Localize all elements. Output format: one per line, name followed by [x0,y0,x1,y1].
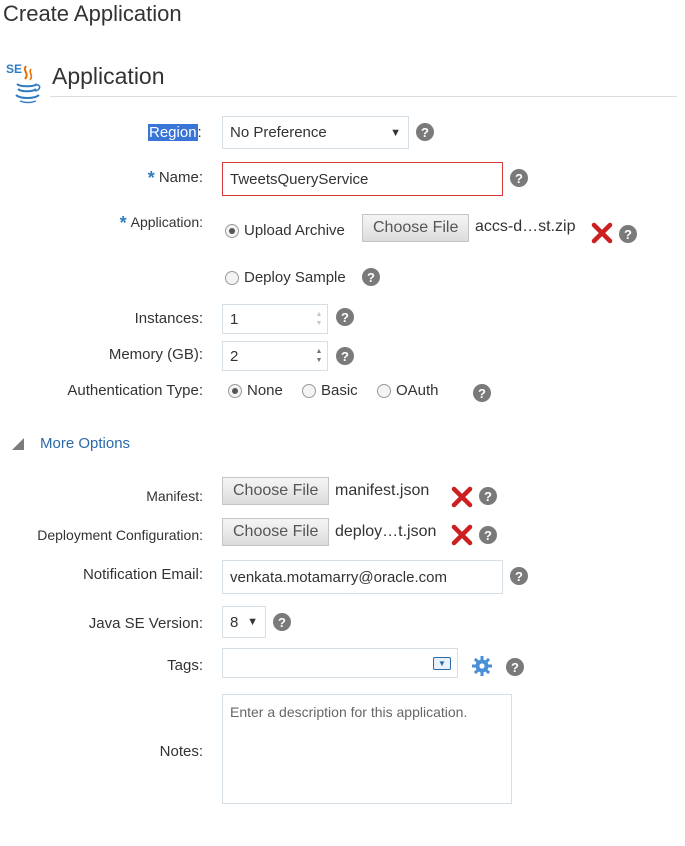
application-label-wrap: * Application: [119,211,203,233]
help-icon[interactable]: ? [336,347,354,365]
notes-label: Notes: [159,743,203,760]
help-icon[interactable]: ? [510,567,528,585]
notification-email-input[interactable]: venkata.motamarry@oracle.com [222,560,503,594]
section-title: Application [52,63,165,89]
tags-label: Tags: [167,657,203,674]
notification-email-value: venkata.motamarry@oracle.com [230,568,447,586]
archive-file-name: accs-d…st.zip [475,218,576,235]
java-se-logo: SE [6,60,46,104]
manifest-file-name: manifest.json [335,482,430,499]
collapse-triangle-icon[interactable] [12,438,24,450]
name-input[interactable]: TweetsQueryService [222,162,503,196]
instances-label: Instances: [134,310,203,327]
radio-button[interactable] [377,383,391,398]
java-version-label: Java SE Version: [88,615,203,632]
region-label: Region [148,124,198,141]
help-icon[interactable]: ? [416,123,434,141]
required-marker: * [119,213,127,233]
region-select-value: No Preference [230,124,327,141]
region-label-wrap: Region: [148,124,202,141]
radio-button[interactable] [225,223,239,238]
help-icon[interactable]: ? [479,526,497,544]
choose-archive-button[interactable]: Choose File [362,214,470,242]
deploy-config-label: Deployment Configuration: [37,527,203,543]
remove-x-icon[interactable] [591,222,613,244]
memory-label: Memory (GB): [108,346,203,363]
choose-deploy-config-button[interactable]: Choose File [222,518,330,546]
chevron-down-icon[interactable]: ▼ [433,656,451,670]
auth-option-basic[interactable]: Basic [302,382,358,399]
notification-email-label: Notification Email: [82,566,203,583]
instances-stepper[interactable]: 1 ▲ ▼ [222,304,328,334]
radio-button[interactable] [302,383,316,398]
radio-button[interactable] [225,270,239,285]
help-icon[interactable]: ? [273,613,291,631]
help-icon[interactable]: ? [510,169,528,187]
help-icon[interactable]: ? [473,384,491,402]
remove-x-icon[interactable] [451,524,473,546]
help-icon[interactable]: ? [336,308,354,326]
choose-manifest-button[interactable]: Choose File [222,477,330,505]
auth-option-label: None [247,382,283,399]
chevron-down-icon: ▼ [390,126,401,139]
name-input-value: TweetsQueryService [230,170,369,188]
application-label: Application: [130,214,203,230]
upload-archive-label: Upload Archive [244,222,345,239]
help-icon[interactable]: ? [506,658,524,676]
auth-type-label: Authentication Type: [67,382,203,399]
deploy-sample-label: Deploy Sample [244,269,346,286]
tags-select[interactable]: ▼ [222,648,458,678]
chevron-down-icon: ▼ [247,616,258,628]
section-divider [50,96,677,97]
stepper-arrows-icon[interactable]: ▲ ▼ [313,348,325,364]
memory-stepper[interactable]: 2 ▲ ▼ [222,341,328,371]
auth-option-label: OAuth [396,382,439,399]
auth-option-oauth[interactable]: OAuth [377,382,439,399]
java-version-value: 8 [230,613,239,631]
name-label: Name: [158,169,203,186]
remove-x-icon[interactable] [451,486,473,508]
help-icon[interactable]: ? [479,487,497,505]
instances-value: 1 [230,310,239,328]
notes-placeholder: Enter a description for this application… [230,704,468,720]
name-label-wrap: * Name: [147,166,203,188]
deploy-config-file-name: deploy…t.json [335,523,437,540]
auth-option-label: Basic [321,382,358,399]
notes-textarea[interactable]: Enter a description for this application… [222,694,512,804]
deploy-sample-option[interactable]: Deploy Sample [225,269,346,286]
region-label-colon: : [197,124,202,141]
region-select[interactable]: No Preference ▼ [222,116,409,149]
auth-option-none[interactable]: None [228,382,283,399]
page-title: Create Application [3,1,182,26]
stepper-arrows-icon[interactable]: ▲ ▼ [313,311,325,327]
help-icon[interactable]: ? [362,268,380,286]
radio-button[interactable] [228,383,242,398]
required-marker: * [147,168,155,188]
gear-icon[interactable] [471,655,493,677]
upload-archive-option[interactable]: Upload Archive [225,222,345,239]
help-icon[interactable]: ? [619,225,637,243]
more-options-link[interactable]: More Options [40,435,130,452]
manifest-label: Manifest: [146,488,203,504]
logo-text: SE [6,62,22,76]
java-version-select[interactable]: 8 ▼ [222,606,266,638]
memory-value: 2 [230,347,239,365]
